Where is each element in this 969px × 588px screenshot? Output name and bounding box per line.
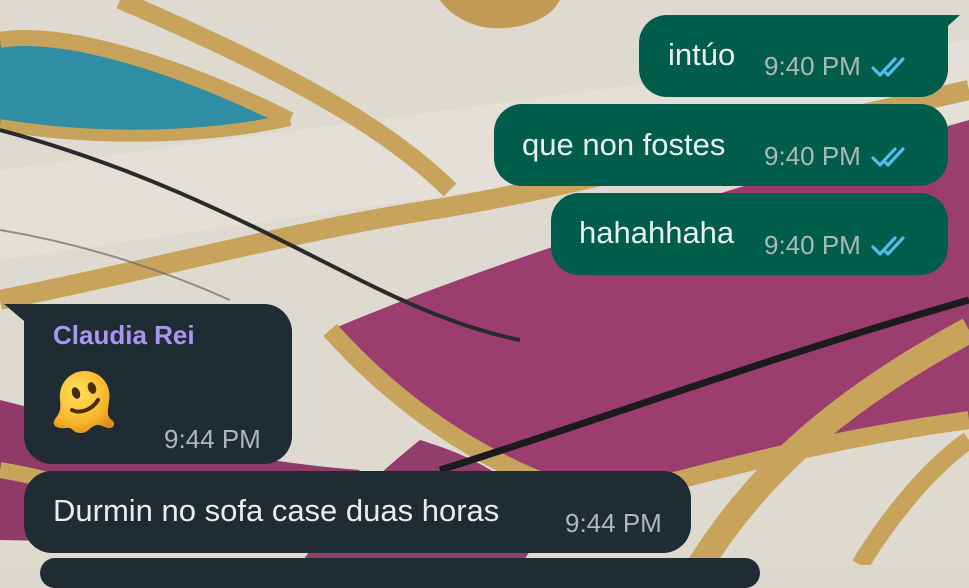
incoming-message[interactable]: Durmin no sofa case duas horas 9:44 PM — [24, 471, 691, 553]
double-check-read-icon — [871, 56, 905, 77]
incoming-message[interactable]: Claudia Rei 9:44 PM — [24, 304, 292, 464]
message-text: hahahhaha — [579, 215, 735, 250]
message-time: 9:44 PM — [565, 508, 662, 538]
double-check-read-icon — [871, 146, 905, 167]
message-time: 9:44 PM — [164, 424, 261, 454]
message-time: 9:40 PM — [764, 141, 861, 171]
melting-face-emoji — [53, 370, 115, 433]
outgoing-message[interactable]: hahahhaha 9:40 PM — [551, 193, 948, 275]
message-time: 9:40 PM — [764, 230, 861, 260]
message-text: que non fostes — [522, 127, 726, 162]
message-meta: 9:40 PM — [764, 141, 915, 172]
outgoing-message[interactable]: que non fostes 9:40 PM — [494, 104, 948, 186]
bubble-tail — [938, 15, 960, 35]
double-check-read-icon — [871, 235, 905, 256]
message-time: 9:40 PM — [764, 51, 861, 81]
message-meta: 9:40 PM — [764, 51, 915, 82]
message-meta: 9:40 PM — [764, 230, 915, 261]
message-text: Durmin no sofa case duas horas — [53, 493, 500, 528]
incoming-message-partial[interactable] — [40, 558, 760, 588]
message-text: intúo — [668, 37, 736, 72]
outgoing-message[interactable]: intúo 9:40 PM — [639, 15, 948, 97]
sender-name[interactable]: Claudia Rei — [53, 320, 195, 351]
